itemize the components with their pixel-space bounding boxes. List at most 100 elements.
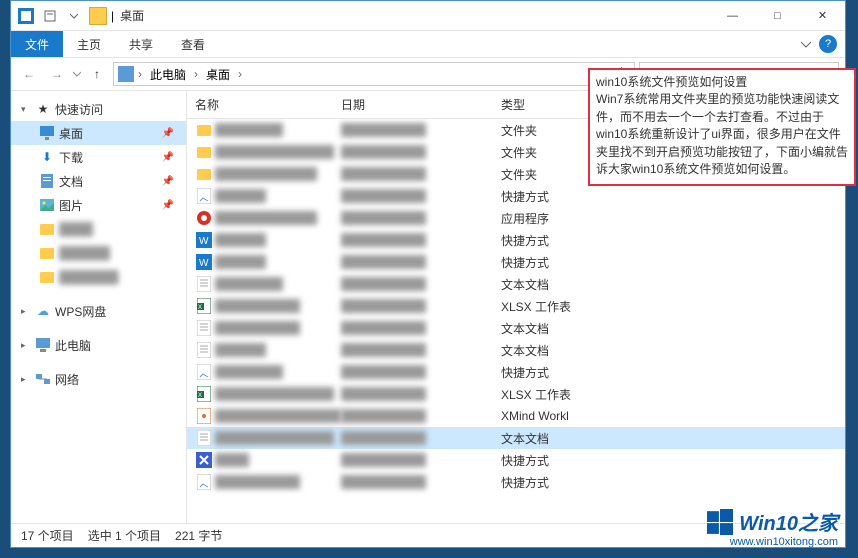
file-date: ██████████ — [341, 343, 501, 357]
app-icon[interactable] — [15, 5, 37, 27]
file-type-icon — [195, 451, 213, 469]
file-type-icon — [195, 121, 213, 139]
file-type: 应用程序 — [501, 210, 611, 227]
file-row[interactable]: ██████████████快捷方式 — [187, 449, 845, 471]
preview-pane-overlay: win10系统文件预览如何设置 Win7系统常用文件夹里的预览功能快速阅读文件，… — [588, 68, 856, 186]
file-date: ██████████ — [341, 167, 501, 181]
file-date: ██████████ — [341, 255, 501, 269]
crumb-separator[interactable]: › — [236, 67, 244, 81]
sidebar-network[interactable]: ▸网络 — [11, 367, 186, 391]
file-row[interactable]: W████████████████快捷方式 — [187, 251, 845, 273]
file-row[interactable]: ████████████████快捷方式 — [187, 185, 845, 207]
cloud-icon: ☁ — [35, 303, 51, 319]
file-row[interactable]: ██████████████████文本文档 — [187, 273, 845, 295]
file-type: 快捷方式 — [501, 474, 611, 491]
file-type-icon — [195, 275, 213, 293]
crumb-separator[interactable]: › — [192, 67, 200, 81]
file-date: ██████████ — [341, 321, 501, 335]
download-icon: ⬇ — [39, 149, 55, 165]
tab-home[interactable]: 主页 — [63, 31, 115, 57]
file-name: ██████ — [215, 233, 341, 247]
document-icon — [39, 173, 55, 189]
file-row[interactable]: ████████████████文本文档 — [187, 339, 845, 361]
pin-icon: 📌 — [162, 200, 174, 211]
column-header-name[interactable]: 名称 — [195, 96, 341, 113]
file-row[interactable]: ████████████████████文本文档 — [187, 317, 845, 339]
qat-properties-icon[interactable] — [39, 5, 61, 27]
file-type-icon — [195, 341, 213, 359]
file-date: ██████████ — [341, 211, 501, 225]
back-button[interactable]: ← — [17, 62, 41, 86]
svg-text:W: W — [199, 236, 209, 247]
svg-text:X: X — [198, 393, 202, 399]
pin-icon: 📌 — [162, 176, 174, 187]
status-selected-count: 选中 1 个项目 — [88, 527, 161, 544]
tab-view[interactable]: 查看 — [167, 31, 219, 57]
desktop-icon — [39, 125, 55, 141]
minimize-button[interactable]: — — [710, 1, 755, 30]
address-bar[interactable]: › 此电脑 › 桌面 › — [113, 62, 635, 86]
sidebar-folder[interactable]: ████ — [11, 217, 186, 241]
file-name: ██████████████ — [215, 431, 341, 445]
sidebar-item-label: ████ — [59, 222, 93, 236]
file-type-icon — [195, 143, 213, 161]
svg-text:X: X — [198, 305, 202, 311]
sidebar-folder[interactable]: ███████ — [11, 265, 186, 289]
crumb-desktop[interactable]: 桌面 — [202, 66, 234, 83]
file-row[interactable]: ██████████████████████应用程序 — [187, 207, 845, 229]
preview-text: win10系统文件预览如何设置 Win7系统常用文件夹里的预览功能快速阅读文件，… — [596, 74, 848, 178]
sidebar-item-label: WPS网盘 — [55, 303, 106, 320]
sidebar-wps[interactable]: ▸☁WPS网盘 — [11, 299, 186, 323]
file-name: ████████████ — [215, 167, 341, 181]
crumb-separator[interactable]: › — [136, 67, 144, 81]
folder-icon — [39, 245, 55, 261]
pin-icon: 📌 — [162, 152, 174, 163]
file-name: ██████████ — [215, 475, 341, 489]
file-name: ██████████████ — [215, 387, 341, 401]
file-row[interactable]: ██████████████████████████XMind Workl — [187, 405, 845, 427]
sidebar-this-pc[interactable]: ▸此电脑 — [11, 333, 186, 357]
sidebar-folder[interactable]: ██████ — [11, 241, 186, 265]
file-date: ██████████ — [341, 431, 501, 445]
file-name: ████ — [215, 453, 341, 467]
sidebar-item-label: ██████ — [59, 246, 110, 260]
sidebar-documents[interactable]: 文档 📌 — [11, 169, 186, 193]
file-type: 快捷方式 — [501, 254, 611, 271]
file-row[interactable]: W████████████████快捷方式 — [187, 229, 845, 251]
history-dropdown-icon[interactable] — [73, 70, 81, 78]
file-row[interactable]: X████████████████████████XLSX 工作表 — [187, 383, 845, 405]
qat-dropdown-icon[interactable] — [63, 5, 85, 27]
file-name: ████████ — [215, 123, 341, 137]
file-row[interactable]: ████████████████████████文本文档 — [187, 427, 845, 449]
file-date: ██████████ — [341, 409, 501, 423]
sidebar-downloads[interactable]: ⬇ 下载 📌 — [11, 145, 186, 169]
file-type: 文本文档 — [501, 276, 611, 293]
ribbon-tabs: 文件 主页 共享 查看 ? — [11, 31, 845, 57]
titlebar: | 桌面 — □ ✕ — [11, 1, 845, 31]
file-row[interactable]: ██████████████████快捷方式 — [187, 361, 845, 383]
tab-file[interactable]: 文件 — [11, 31, 63, 57]
column-header-date[interactable]: 日期 — [341, 96, 501, 113]
ribbon-expand-icon[interactable] — [801, 39, 811, 49]
sidebar-pictures[interactable]: 图片 📌 — [11, 193, 186, 217]
file-date: ██████████ — [341, 189, 501, 203]
file-type-icon — [195, 429, 213, 447]
file-name: ████████████████ — [215, 409, 341, 423]
folder-icon — [39, 221, 55, 237]
forward-button[interactable]: → — [45, 62, 69, 86]
tab-share[interactable]: 共享 — [115, 31, 167, 57]
up-button[interactable]: ↑ — [85, 62, 109, 86]
sidebar-quick-access[interactable]: ▾★ 快速访问 — [11, 97, 186, 121]
folder-icon — [89, 7, 107, 25]
file-date: ██████████ — [341, 299, 501, 313]
help-icon[interactable]: ? — [819, 35, 837, 53]
maximize-button[interactable]: □ — [755, 1, 800, 30]
file-row[interactable]: ████████████████████快捷方式 — [187, 471, 845, 493]
file-row[interactable]: X████████████████████XLSX 工作表 — [187, 295, 845, 317]
file-date: ██████████ — [341, 123, 501, 137]
navigation-pane[interactable]: ▾★ 快速访问 桌面 📌 ⬇ 下载 📌 文档 📌 图片 📌 — [11, 91, 187, 523]
close-button[interactable]: ✕ — [800, 1, 845, 30]
sidebar-desktop[interactable]: 桌面 📌 — [11, 121, 186, 145]
crumb-this-pc[interactable]: 此电脑 — [146, 66, 190, 83]
file-type-icon — [195, 407, 213, 425]
